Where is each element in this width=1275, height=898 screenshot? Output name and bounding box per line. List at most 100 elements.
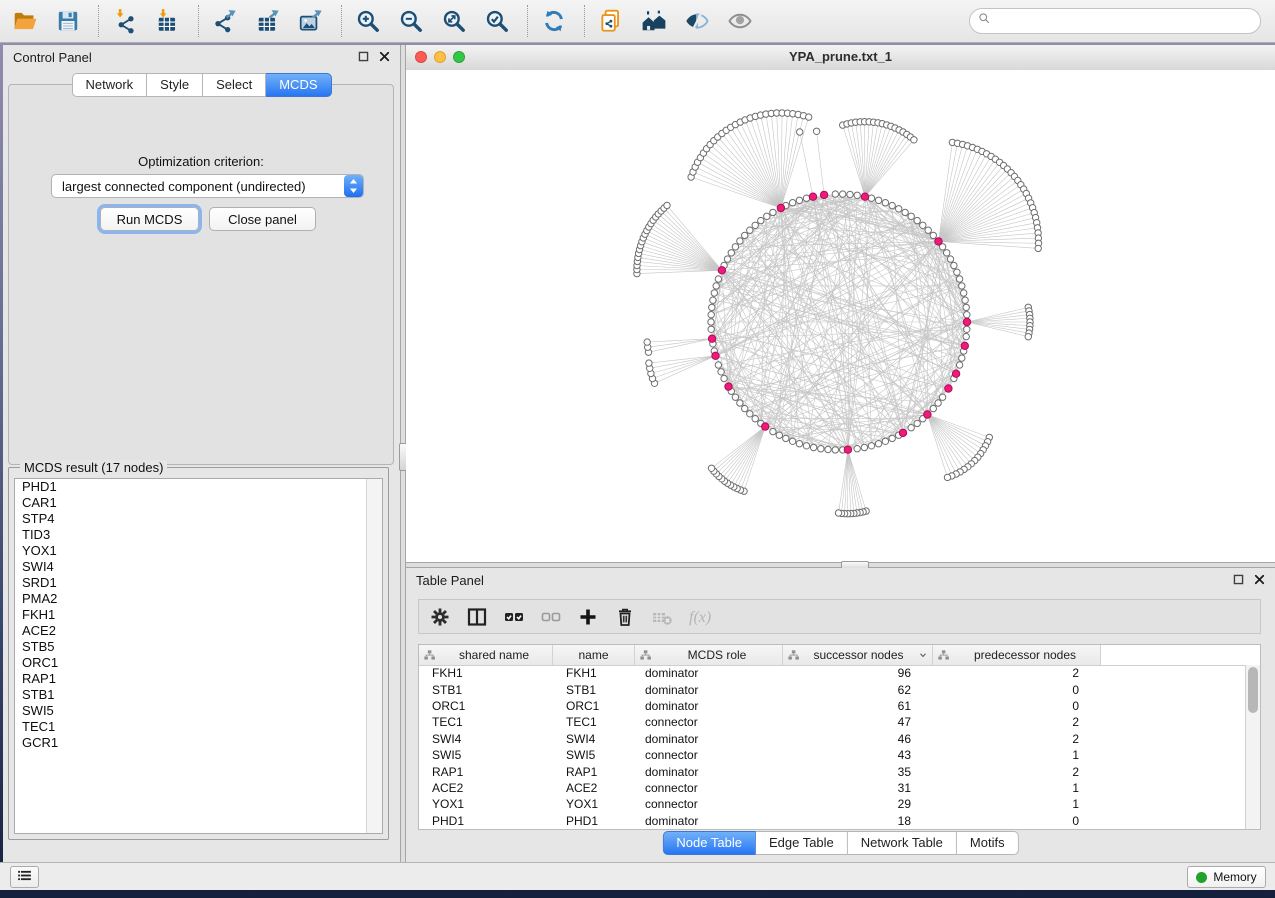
table-cell: STB1 [553,683,635,697]
table-cell: PHD1 [553,814,635,828]
save-session-icon[interactable] [53,6,83,36]
panel-menu-button[interactable] [10,866,39,888]
mcds-result-title: MCDS result (17 nodes) [20,460,167,475]
mcds-result-item[interactable]: TID3 [15,527,382,543]
mcds-result-list[interactable]: PHD1CAR1STP4TID3YOX1SWI4SRD1PMA2FKH1ACE2… [14,478,383,834]
first-neighbors-icon[interactable] [639,6,669,36]
table-row[interactable]: FKH1FKH1dominator962 [419,665,1246,681]
table-row[interactable]: RAP1RAP1dominator352 [419,763,1246,779]
table-toolbar: f(x) [418,599,1261,634]
table-row[interactable]: YOX1YOX1connector291 [419,796,1246,812]
tab-node-table[interactable]: Node Table [662,831,756,855]
mcds-result-item[interactable]: ACE2 [15,623,382,639]
table-cell: RAP1 [553,765,635,779]
table-row[interactable]: SWI4SWI4dominator462 [419,731,1246,747]
refresh-icon[interactable] [539,6,569,36]
table-cell: 1 [933,797,1101,811]
mcds-result-item[interactable]: PMA2 [15,591,382,607]
header-filler [1101,645,1260,665]
table-row[interactable]: STB1STB1dominator620 [419,681,1246,697]
table-row[interactable]: TEC1TEC1connector472 [419,714,1246,730]
table-cell: FKH1 [419,666,553,680]
tab-mcds[interactable]: MCDS [266,73,331,97]
mcds-result-item[interactable]: YOX1 [15,543,382,559]
table-scrollbar[interactable] [1245,665,1260,829]
table-cell: YOX1 [553,797,635,811]
table-row[interactable]: SWI5SWI5connector431 [419,747,1246,763]
network-view-titlebar[interactable]: YPA_prune.txt_1 [406,45,1275,71]
export-image-icon[interactable] [296,6,326,36]
tab-motifs[interactable]: Motifs [957,831,1019,855]
table-panel-title: Table Panel [416,573,484,588]
duplicate-network-icon[interactable] [596,6,626,36]
zoom-out-icon[interactable] [396,6,426,36]
zoom-fit-icon[interactable] [439,6,469,36]
mcds-result-item[interactable]: STB5 [15,639,382,655]
tab-network-table[interactable]: Network Table [848,831,957,855]
hamburger-icon [16,867,33,887]
criterion-selected-value: largest connected component (undirected) [52,179,344,194]
close-icon[interactable] [1252,572,1267,587]
table-scrollbar-thumb[interactable] [1248,667,1258,713]
table-cell: SWI4 [419,732,553,746]
mcds-result-item[interactable]: FKH1 [15,607,382,623]
import-table-icon[interactable] [153,6,183,36]
column-header-MCDS-role[interactable]: MCDS role [635,645,783,665]
memory-button[interactable]: Memory [1187,866,1266,888]
tree-icon [937,649,950,662]
mcds-result-item[interactable]: CAR1 [15,495,382,511]
tab-select[interactable]: Select [203,73,266,97]
table-cell: 0 [933,699,1101,713]
mcds-list-scrollbar[interactable] [366,479,382,833]
column-header-name[interactable]: name [553,645,635,665]
tree-icon [639,649,652,662]
mcds-result-item[interactable]: STB1 [15,687,382,703]
close-icon[interactable] [377,49,392,64]
float-icon[interactable] [1231,572,1246,587]
mcds-result-item[interactable]: GCR1 [15,735,382,751]
table-cell: 29 [783,797,933,811]
mcds-result-item[interactable]: PHD1 [15,479,382,495]
table-settings-icon[interactable] [427,604,453,630]
column-header-successor-nodes[interactable]: successor nodes [783,645,933,665]
search-input[interactable] [992,11,1260,31]
delete-row-icon[interactable] [612,604,638,630]
hide-details-icon[interactable] [682,6,712,36]
zoom-in-icon[interactable] [353,6,383,36]
mcds-result-item[interactable]: ORC1 [15,655,382,671]
export-network-icon[interactable] [210,6,240,36]
show-columns-icon[interactable] [464,604,490,630]
tab-network[interactable]: Network [71,73,147,97]
column-header-shared-name[interactable]: shared name [419,645,553,665]
search-box[interactable] [969,8,1261,34]
tab-edge-table[interactable]: Edge Table [756,831,848,855]
table-cell: 31 [783,781,933,795]
import-network-icon[interactable] [110,6,140,36]
mcds-result-item[interactable]: SWI5 [15,703,382,719]
mcds-result-item[interactable]: TEC1 [15,719,382,735]
table-row[interactable]: PHD1PHD1dominator180 [419,813,1246,829]
sort-desc-icon [917,649,929,661]
criterion-select[interactable]: largest connected component (undirected) [51,174,364,198]
add-row-icon[interactable] [575,604,601,630]
export-table-icon[interactable] [253,6,283,36]
mcds-result-item[interactable]: RAP1 [15,671,382,687]
run-mcds-button[interactable]: Run MCDS [100,207,199,231]
close-panel-button[interactable]: Close panel [209,207,316,231]
select-all-icon[interactable] [501,604,527,630]
open-file-icon[interactable] [10,6,40,36]
combo-stepper-icon [344,175,363,197]
mcds-result-item[interactable]: SWI4 [15,559,382,575]
tab-style[interactable]: Style [147,73,203,97]
table-row[interactable]: ORC1ORC1dominator610 [419,698,1246,714]
zoom-selected-icon[interactable] [482,6,512,36]
show-details-icon[interactable] [725,6,755,36]
mcds-result-item[interactable]: STP4 [15,511,382,527]
table-row[interactable]: ACE2ACE2connector311 [419,780,1246,796]
column-header-predecessor-nodes[interactable]: predecessor nodes [933,645,1101,665]
mcds-result-item[interactable]: SRD1 [15,575,382,591]
right-area: YPA_prune.txt_1 Table Panel f(x) shared … [406,45,1275,862]
network-canvas[interactable] [406,70,1275,562]
deselect-all-icon[interactable] [538,604,564,630]
float-icon[interactable] [356,49,371,64]
